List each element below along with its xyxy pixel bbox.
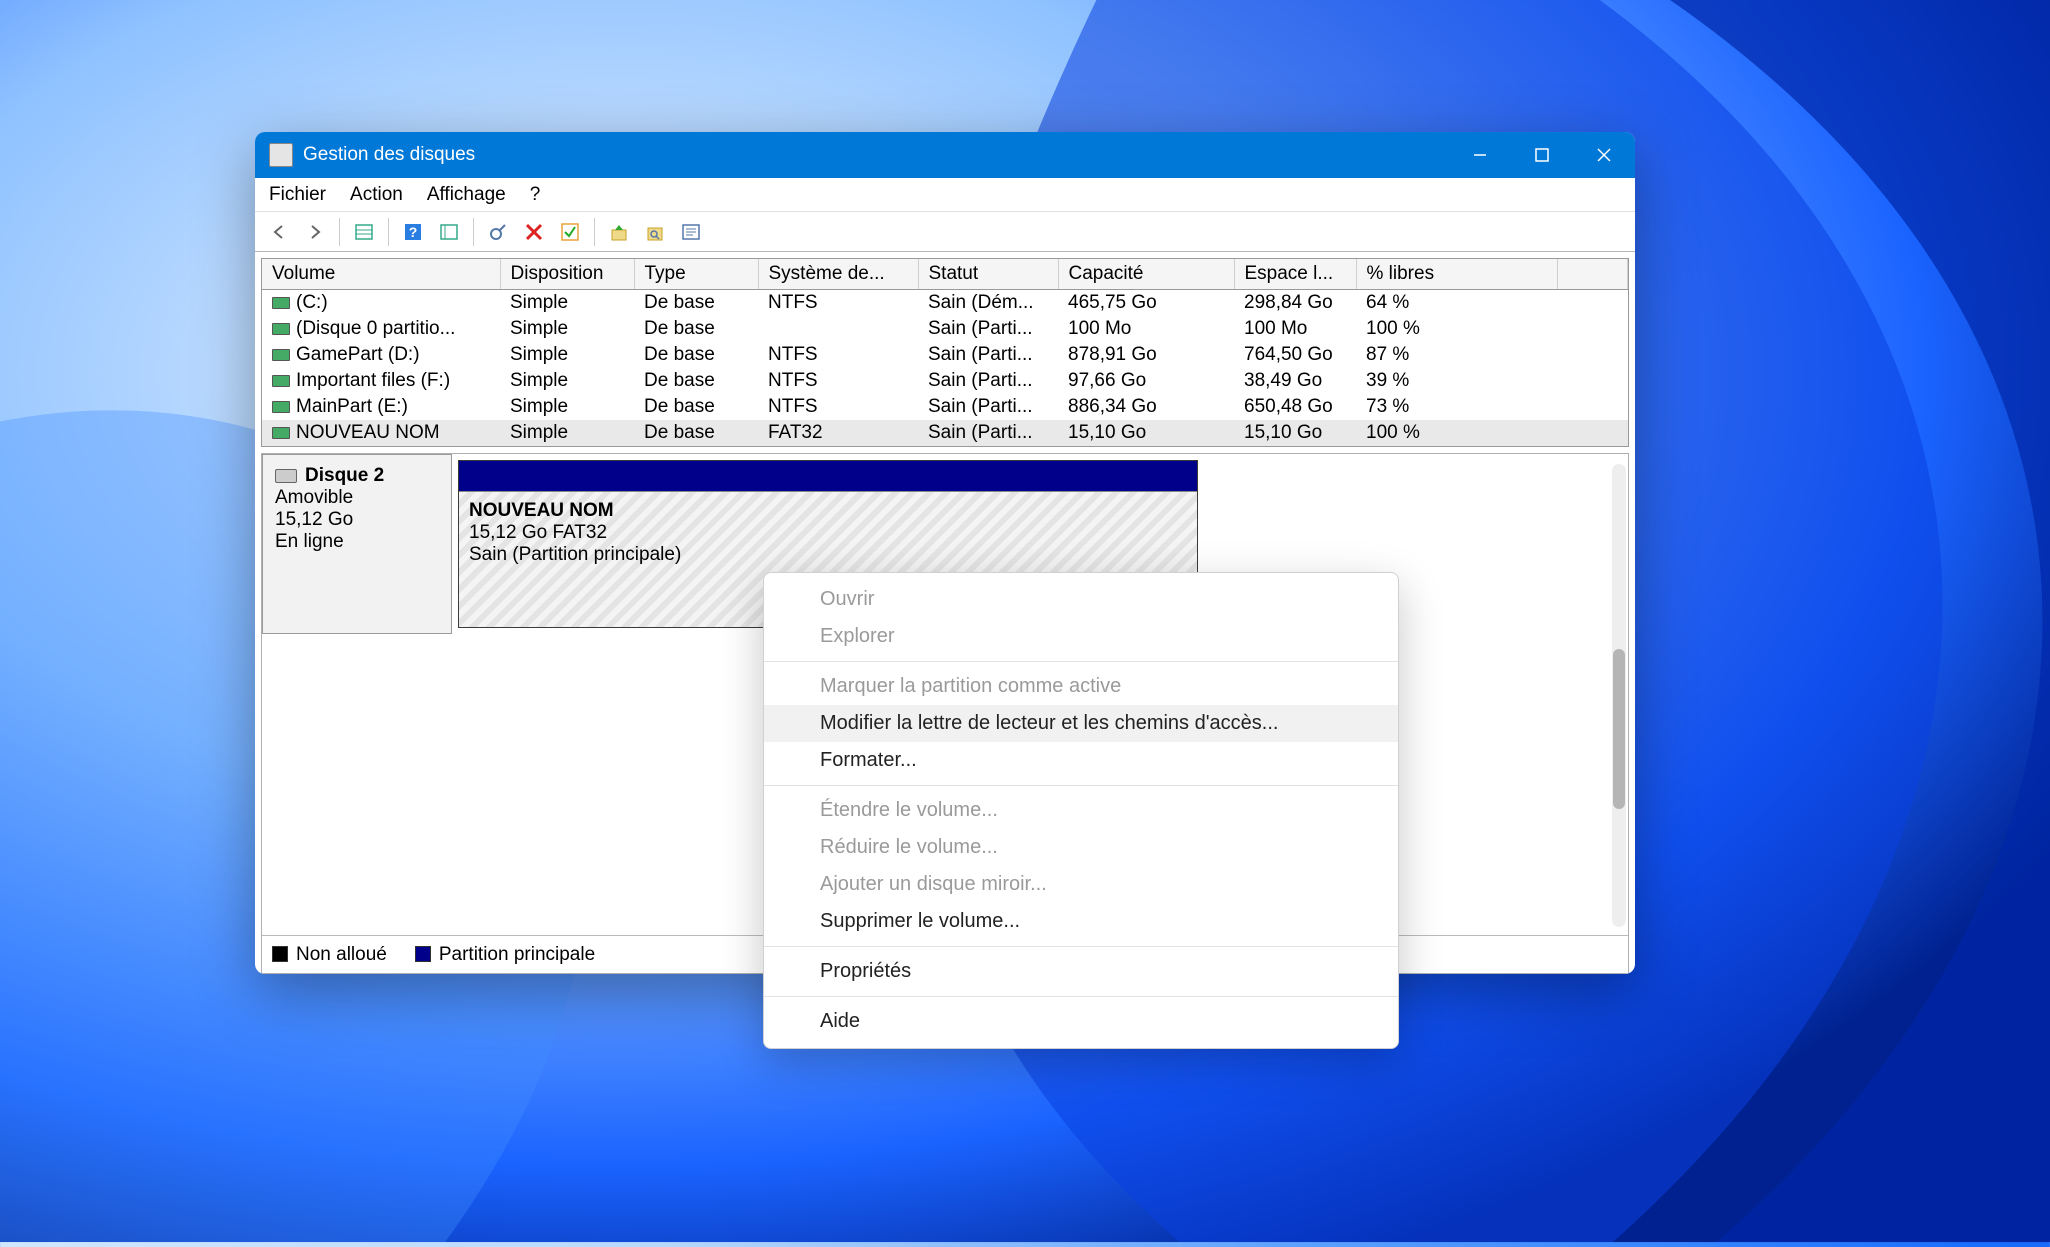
minimize-button[interactable]	[1449, 132, 1511, 178]
disk-header[interactable]: Disque 2 Amovible 15,12 Go En ligne	[262, 454, 452, 634]
context-menu-item: Réduire le volume...	[764, 829, 1398, 866]
context-menu-item: Ouvrir	[764, 581, 1398, 618]
context-menu-item[interactable]: Supprimer le volume...	[764, 903, 1398, 940]
back-button[interactable]	[265, 218, 293, 246]
list-icon[interactable]	[435, 218, 463, 246]
context-menu-item[interactable]: Propriétés	[764, 953, 1398, 990]
disk-state: En ligne	[275, 531, 439, 553]
menu-file[interactable]: Fichier	[269, 184, 326, 206]
refresh-icon[interactable]	[484, 218, 512, 246]
volume-icon	[272, 349, 290, 361]
search-folder-icon[interactable]	[641, 218, 669, 246]
toolbar-separator	[473, 218, 474, 246]
context-menu-separator	[764, 661, 1398, 662]
volume-icon	[272, 401, 290, 413]
disk-name: Disque 2	[305, 465, 384, 487]
table-row[interactable]: GamePart (D:)SimpleDe baseNTFSSain (Part…	[262, 342, 1628, 368]
context-menu-item: Marquer la partition comme active	[764, 668, 1398, 705]
disk-size: 15,12 Go	[275, 509, 439, 531]
toolbar: ?	[255, 212, 1635, 252]
forward-button[interactable]	[301, 218, 329, 246]
partition-header-bar	[459, 461, 1197, 491]
table-row[interactable]: (Disque 0 partitio...SimpleDe baseSain (…	[262, 316, 1628, 342]
partition-status: Sain (Partition principale)	[469, 544, 1187, 566]
table-row[interactable]: MainPart (E:)SimpleDe baseNTFSSain (Part…	[262, 394, 1628, 420]
delete-icon[interactable]	[520, 218, 548, 246]
col-filesystem[interactable]: Système de...	[758, 259, 918, 290]
svg-text:?: ?	[409, 224, 418, 240]
volume-icon	[272, 375, 290, 387]
volume-table: Volume Disposition Type Système de... St…	[261, 258, 1629, 447]
volume-icon	[272, 323, 290, 335]
volume-name: Important files (F:)	[296, 370, 450, 391]
partition-name: NOUVEAU NOM	[469, 500, 1187, 522]
context-menu-item: Ajouter un disque miroir...	[764, 866, 1398, 903]
app-icon	[269, 143, 293, 167]
context-menu-item[interactable]: Modifier la lettre de lecteur et les che…	[764, 705, 1398, 742]
col-volume[interactable]: Volume	[262, 259, 500, 290]
volume-icon	[272, 297, 290, 309]
col-freespace[interactable]: Espace l...	[1234, 259, 1356, 290]
table-row[interactable]: (C:)SimpleDe baseNTFSSain (Dém...465,75 …	[262, 290, 1628, 317]
table-row[interactable]: Important files (F:)SimpleDe baseNTFSSai…	[262, 368, 1628, 394]
volume-name: GamePart (D:)	[296, 344, 420, 365]
context-menu-item: Étendre le volume...	[764, 792, 1398, 829]
menu-action[interactable]: Action	[350, 184, 403, 206]
volume-icon	[272, 427, 290, 439]
maximize-button[interactable]	[1511, 132, 1573, 178]
volume-name: (C:)	[296, 292, 328, 313]
window-title: Gestion des disques	[303, 144, 1449, 166]
context-menu-separator	[764, 996, 1398, 997]
disk-kind: Amovible	[275, 487, 439, 509]
col-disposition[interactable]: Disposition	[500, 259, 634, 290]
context-menu: OuvrirExplorer Marquer la partition comme…	[763, 572, 1399, 1049]
col-capacity[interactable]: Capacité	[1058, 259, 1234, 290]
context-menu-separator	[764, 946, 1398, 947]
legend-swatch-unallocated	[272, 946, 288, 962]
table-header-row: Volume Disposition Type Système de... St…	[262, 259, 1628, 290]
properties-icon[interactable]	[677, 218, 705, 246]
toolbar-separator	[388, 218, 389, 246]
arrow-up-icon[interactable]	[605, 218, 633, 246]
partition-size-fs: 15,12 Go FAT32	[469, 522, 1187, 544]
legend-primary: Partition principale	[439, 944, 595, 965]
col-status[interactable]: Statut	[918, 259, 1058, 290]
volume-name: (Disque 0 partitio...	[296, 318, 455, 339]
context-menu-item[interactable]: Aide	[764, 1003, 1398, 1040]
volume-name: NOUVEAU NOM	[296, 422, 440, 443]
toolbar-separator	[594, 218, 595, 246]
context-menu-item[interactable]: Formater...	[764, 742, 1398, 779]
col-type[interactable]: Type	[634, 259, 758, 290]
toolbar-separator	[339, 218, 340, 246]
volume-name: MainPart (E:)	[296, 396, 408, 417]
titlebar[interactable]: Gestion des disques	[255, 132, 1635, 178]
vertical-scrollbar[interactable]	[1612, 464, 1626, 927]
table-row[interactable]: NOUVEAU NOMSimpleDe baseFAT32Sain (Parti…	[262, 420, 1628, 446]
disk-icon	[275, 469, 297, 483]
menu-view[interactable]: Affichage	[427, 184, 506, 206]
menu-help[interactable]: ?	[530, 184, 541, 206]
col-pctfree[interactable]: % libres	[1356, 259, 1558, 290]
help-icon[interactable]: ?	[399, 218, 427, 246]
close-button[interactable]	[1573, 132, 1635, 178]
details-icon[interactable]	[350, 218, 378, 246]
col-blank	[1558, 259, 1628, 290]
check-icon[interactable]	[556, 218, 584, 246]
scrollbar-thumb[interactable]	[1613, 649, 1625, 809]
menubar: Fichier Action Affichage ?	[255, 178, 1635, 212]
legend-swatch-primary	[415, 946, 431, 962]
context-menu-item: Explorer	[764, 618, 1398, 655]
context-menu-separator	[764, 785, 1398, 786]
legend-unallocated: Non alloué	[296, 944, 387, 965]
